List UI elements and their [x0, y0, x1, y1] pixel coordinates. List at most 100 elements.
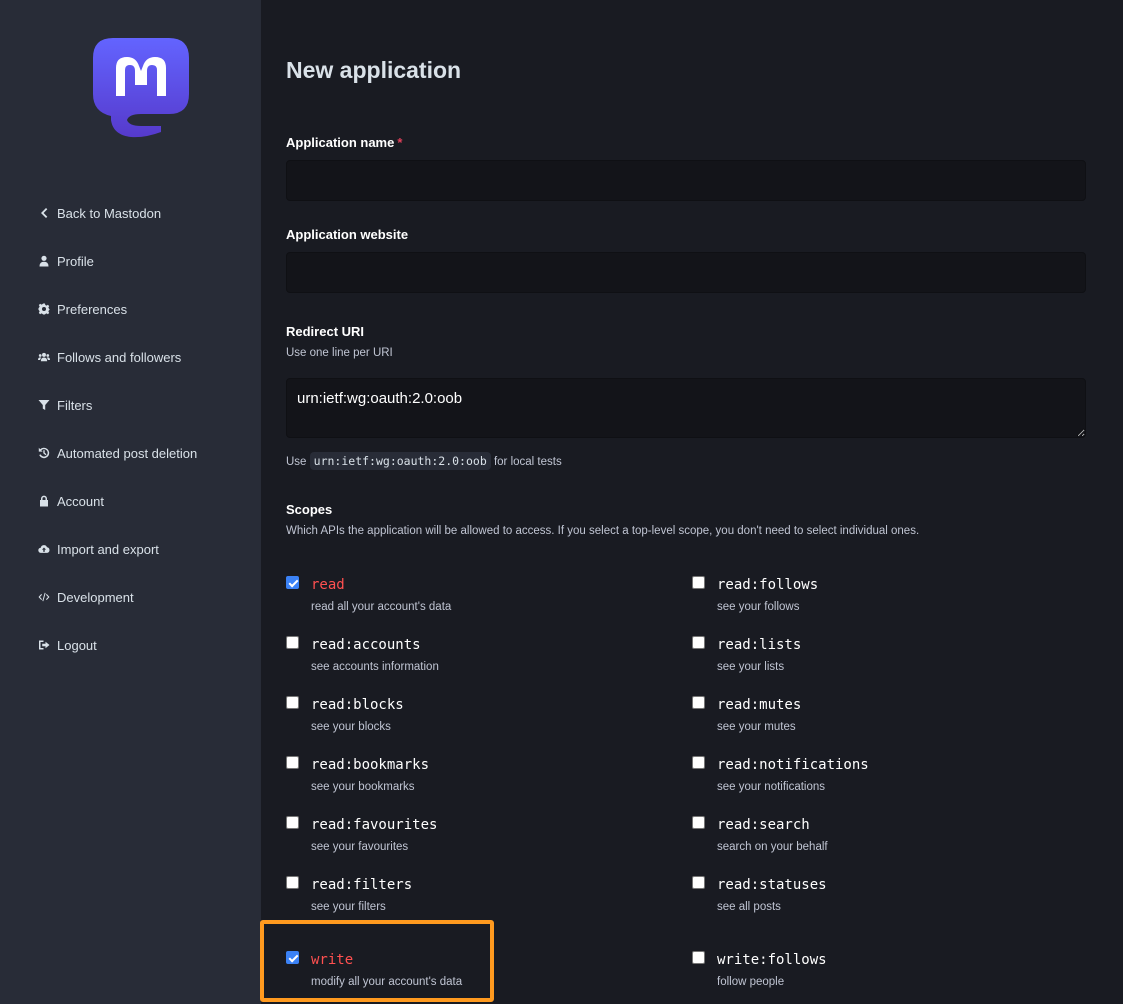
scope-checkbox[interactable]	[692, 696, 705, 709]
scope-checkbox[interactable]	[692, 636, 705, 649]
scope-name[interactable]: read:mutes	[717, 697, 801, 713]
mastodon-logo[interactable]	[93, 38, 189, 138]
scope-description: see your blocks	[311, 721, 391, 733]
scope-name[interactable]: read:notifications	[717, 757, 869, 773]
users-icon	[37, 351, 50, 364]
sign-out-icon	[37, 639, 50, 652]
code-icon	[37, 591, 50, 604]
scope-name[interactable]: read:follows	[717, 577, 818, 593]
scope-checkbox[interactable]	[286, 696, 299, 709]
scope-read-statuses: read:statuses see all posts	[692, 874, 1072, 924]
scope-description: see your follows	[717, 601, 800, 613]
scope-write-follows: write:follows follow people	[692, 949, 1072, 999]
sidebar-item-label: Logout	[57, 637, 97, 653]
scope-description: read all your account's data	[311, 601, 452, 613]
scope-read-mutes: read:mutes see your mutes	[692, 694, 1072, 744]
sidebar-item-back-to-mastodon[interactable]: Back to Mastodon	[0, 189, 261, 237]
scope-checkbox[interactable]	[692, 576, 705, 589]
sidebar-item-account[interactable]: Account	[0, 477, 261, 525]
sidebar-item-label: Preferences	[57, 301, 128, 317]
sidebar-item-label: Back to Mastodon	[57, 205, 162, 221]
scope-checkbox[interactable]	[286, 876, 299, 889]
history-icon	[37, 447, 50, 460]
scope-checkbox[interactable]	[286, 816, 299, 829]
scope-checkbox[interactable]	[692, 876, 705, 889]
scope-write: write modify all your account's data	[286, 949, 666, 999]
sidebar-item-label: Automated post deletion	[57, 445, 198, 461]
sidebar-item-automated-post-deletion[interactable]: Automated post deletion	[0, 429, 261, 477]
application-name-label: Application name *	[286, 135, 403, 150]
sidebar-item-label: Import and export	[57, 541, 159, 557]
scope-read-bookmarks: read:bookmarks see your bookmarks	[286, 754, 666, 804]
application-name-input[interactable]	[286, 160, 1086, 201]
sidebar-item-label: Account	[57, 493, 104, 509]
sidebar-item-import-and-export[interactable]: Import and export	[0, 525, 261, 573]
scope-description: modify all your account's data	[311, 976, 463, 988]
scope-description: see your favourites	[311, 841, 409, 853]
redirect-uri-note: Use urn:ietf:wg:oauth:2.0:oob for local …	[286, 452, 562, 470]
scope-name[interactable]: read:filters	[311, 877, 412, 893]
redirect-uri-textarea[interactable]: urn:ietf:wg:oauth:2.0:oob	[286, 378, 1086, 438]
required-mark: *	[397, 135, 403, 150]
scope-description: see your mutes	[717, 721, 796, 733]
scope-read-lists: read:lists see your lists	[692, 634, 1072, 684]
scope-checkbox[interactable]	[286, 756, 299, 769]
scope-checkbox[interactable]	[692, 816, 705, 829]
sidebar-item-label: Profile	[57, 253, 94, 269]
sidebar-item-logout[interactable]: Logout	[0, 621, 261, 669]
scope-read: read read all your account's data	[286, 574, 666, 624]
lock-icon	[37, 495, 50, 508]
scope-checkbox[interactable]	[692, 951, 705, 964]
cloud-icon	[37, 543, 50, 556]
scope-read-notifications: read:notifications see your notifications	[692, 754, 1072, 804]
scope-description: see your notifications	[717, 781, 826, 793]
redirect-uri-label: Redirect URI	[286, 324, 365, 339]
scopes-hint: Which APIs the application will be allow…	[286, 525, 920, 537]
scope-read-filters: read:filters see your filters	[286, 874, 666, 924]
sidebar-item-preferences[interactable]: Preferences	[0, 285, 261, 333]
sidebar-item-label: Filters	[57, 397, 93, 413]
scope-name[interactable]: read:statuses	[717, 877, 827, 893]
sidebar-item-development[interactable]: Development	[0, 573, 261, 621]
scope-name[interactable]: read:lists	[717, 637, 801, 653]
scope-description: see accounts information	[311, 661, 439, 673]
chevron-left-icon	[37, 207, 50, 220]
scope-name[interactable]: read:blocks	[311, 697, 404, 713]
application-website-label: Application website	[286, 227, 409, 242]
scope-description: see all posts	[717, 901, 781, 913]
filter-icon	[37, 399, 50, 412]
sidebar: Back to Mastodon Profile Preferences Fol…	[0, 0, 261, 1004]
scope-description: see your lists	[717, 661, 785, 673]
scope-description: see your filters	[311, 901, 386, 913]
sidebar-item-label: Follows and followers	[57, 349, 182, 365]
sidebar-item-filters[interactable]: Filters	[0, 381, 261, 429]
sidebar-nav: Back to Mastodon Profile Preferences Fol…	[0, 189, 261, 669]
cog-icon	[37, 303, 50, 316]
application-website-input[interactable]	[286, 252, 1086, 293]
sidebar-item-profile[interactable]: Profile	[0, 237, 261, 285]
scope-read-accounts: read:accounts see accounts information	[286, 634, 666, 684]
scope-checkbox[interactable]	[286, 951, 299, 964]
scope-name[interactable]: write	[311, 952, 353, 968]
scope-read-favourites: read:favourites see your favourites	[286, 814, 666, 864]
redirect-uri-hint: Use one line per URI	[286, 347, 393, 359]
scope-name[interactable]: read:bookmarks	[311, 757, 429, 773]
scope-description: search on your behalf	[717, 841, 828, 853]
page-title: New application	[286, 57, 462, 83]
scope-checkbox[interactable]	[286, 576, 299, 589]
scope-description: follow people	[717, 976, 785, 988]
scope-checkbox[interactable]	[286, 636, 299, 649]
scope-name[interactable]: read:search	[717, 817, 810, 833]
scope-checkbox[interactable]	[692, 756, 705, 769]
scope-name[interactable]: write:follows	[717, 952, 827, 968]
scope-name[interactable]: read	[311, 577, 345, 593]
scope-read-search: read:search search on your behalf	[692, 814, 1072, 864]
redirect-uri-code: urn:ietf:wg:oauth:2.0:oob	[309, 452, 491, 470]
sidebar-item-follows-and-followers[interactable]: Follows and followers	[0, 333, 261, 381]
scope-description: see your bookmarks	[311, 781, 415, 793]
scope-name[interactable]: read:accounts	[311, 637, 421, 653]
scopes-label: Scopes	[286, 502, 333, 517]
user-icon	[37, 255, 50, 268]
scope-read-blocks: read:blocks see your blocks	[286, 694, 666, 744]
scope-name[interactable]: read:favourites	[311, 817, 437, 833]
